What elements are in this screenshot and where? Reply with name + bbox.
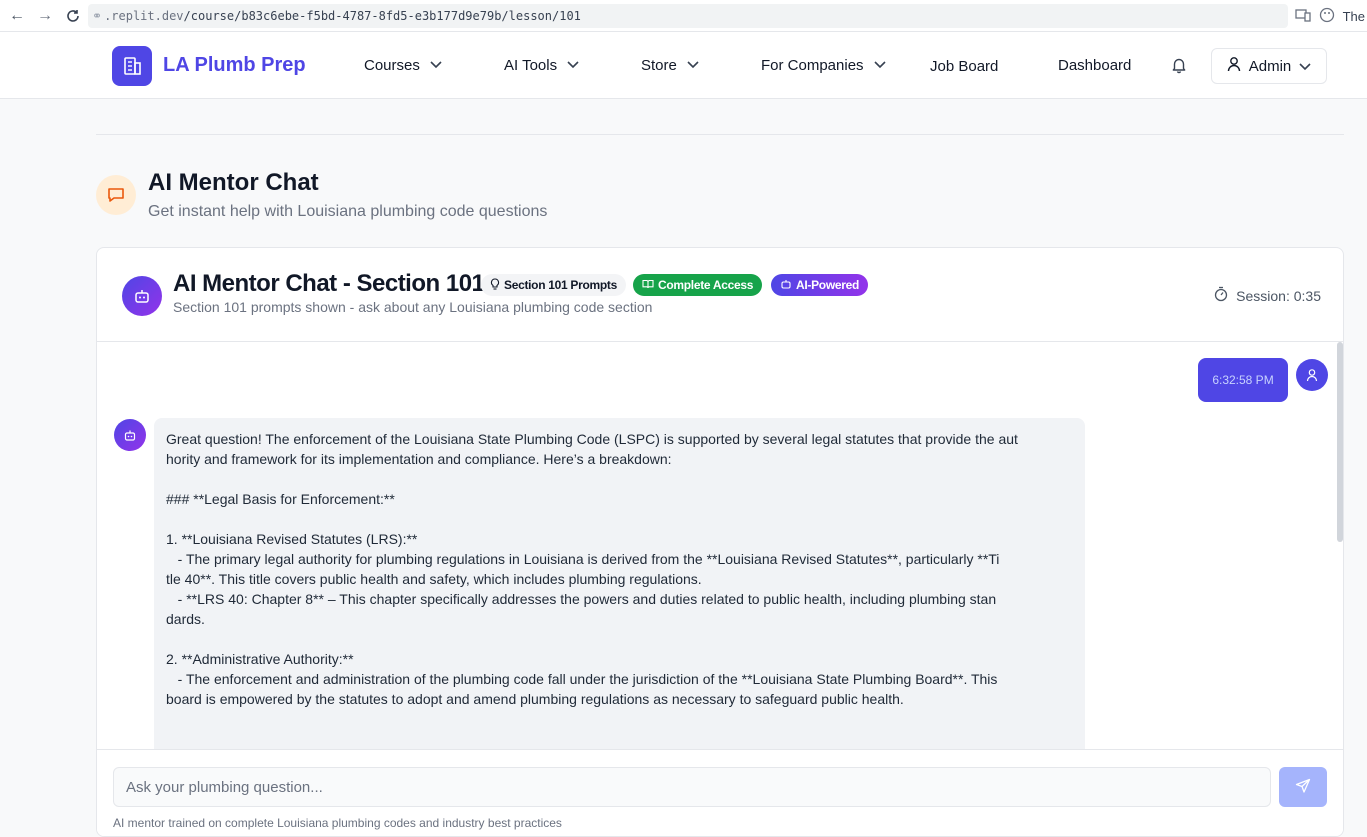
forward-icon[interactable]: → [31, 2, 59, 30]
chat-subtitle: Section 101 prompts shown - ask about an… [173, 299, 653, 315]
bot-icon [780, 278, 792, 293]
send-icon [1295, 778, 1311, 797]
chevron-down-icon [687, 60, 699, 72]
footer-note: AI mentor trained on complete Louisiana … [113, 816, 562, 830]
user-menu-label: Admin [1248, 57, 1292, 75]
app-header: LA Plumb Prep Courses AI Tools Store For… [0, 32, 1367, 99]
chevron-down-icon [430, 60, 442, 72]
chat-input[interactable] [113, 767, 1271, 807]
nav-job-board[interactable]: Job Board [930, 58, 998, 75]
page-subtitle: Get instant help with Louisiana plumbing… [148, 203, 548, 220]
badge-ai-powered-label: AI-Powered [796, 278, 860, 292]
nav-store-label: Store [641, 57, 677, 74]
user-icon [1227, 56, 1241, 76]
nav-store[interactable]: Store [641, 57, 699, 74]
bell-icon[interactable] [1170, 56, 1188, 74]
user-menu-button[interactable]: Admin [1211, 48, 1327, 84]
chat-scrollbar[interactable] [1337, 342, 1343, 542]
browser-extensions: The [1294, 0, 1367, 32]
send-button[interactable] [1279, 767, 1327, 807]
badge-complete-access-label: Complete Access [658, 278, 754, 292]
nav-ai-tools-label: AI Tools [504, 57, 558, 74]
palette-icon[interactable] [1319, 7, 1335, 26]
chat-card: AI Mentor Chat - Section 101 Section 101… [96, 247, 1344, 837]
chat-header: AI Mentor Chat - Section 101 Section 101… [97, 248, 1343, 342]
lightbulb-icon [490, 277, 500, 293]
bot-icon [122, 276, 162, 316]
nav-courses[interactable]: Courses [364, 57, 442, 74]
badge-ai-powered: AI-Powered [771, 274, 869, 296]
reload-icon[interactable] [59, 2, 87, 30]
badge-section-prompts: Section 101 Prompts [481, 274, 627, 296]
page-title: AI Mentor Chat [148, 169, 319, 196]
bot-avatar-icon [114, 419, 146, 451]
nav-dashboard[interactable]: Dashboard [1058, 57, 1131, 74]
book-open-icon [642, 278, 654, 292]
chevron-down-icon [1299, 58, 1311, 75]
badge-section-prompts-label: Section 101 Prompts [504, 278, 618, 292]
section-divider [96, 134, 1344, 135]
url-path: /course/b83c6ebe-f5bd-4787-8fd5-e3b177d9… [183, 9, 581, 23]
chevron-down-icon [567, 60, 579, 72]
devices-icon[interactable] [1294, 8, 1311, 25]
user-message-time: 6:32:58 PM [1212, 373, 1274, 387]
browser-right-text: The [1342, 8, 1365, 24]
chat-title: AI Mentor Chat - Section 101 [173, 270, 485, 297]
logo-text[interactable]: LA Plumb Prep [163, 54, 306, 77]
url-host: .replit.dev [104, 9, 184, 23]
address-bar[interactable]: ⚭ .replit.dev/course/b83c6ebe-f5bd-4787-… [88, 4, 1288, 28]
bot-message: Great question! The enforcement of the L… [154, 418, 1085, 749]
message-square-icon [96, 175, 136, 215]
session-timer-label: Session: 0:35 [1236, 287, 1321, 304]
nav-courses-label: Courses [364, 57, 420, 74]
session-timer: Session: 0:35 [1214, 286, 1321, 305]
browser-toolbar: ← → ⚭ .replit.dev/course/b83c6ebe-f5bd-4… [0, 0, 1367, 32]
user-avatar-icon [1296, 359, 1328, 391]
user-message: 6:32:58 PM [1198, 358, 1288, 402]
nav-for-companies-label: For Companies [761, 57, 864, 74]
timer-icon [1214, 286, 1228, 305]
chat-composer: AI mentor trained on complete Louisiana … [97, 749, 1343, 836]
chevron-down-icon [873, 60, 886, 72]
nav-for-companies[interactable]: For Companies [761, 57, 886, 74]
link-icon: ⚭ [92, 9, 103, 23]
chat-messages[interactable]: 6:32:58 PM Great question! The enforceme… [97, 342, 1343, 749]
badge-complete-access: Complete Access [633, 274, 763, 296]
back-icon[interactable]: ← [3, 2, 31, 30]
logo-icon[interactable] [112, 46, 152, 86]
nav-ai-tools[interactable]: AI Tools [504, 57, 579, 74]
